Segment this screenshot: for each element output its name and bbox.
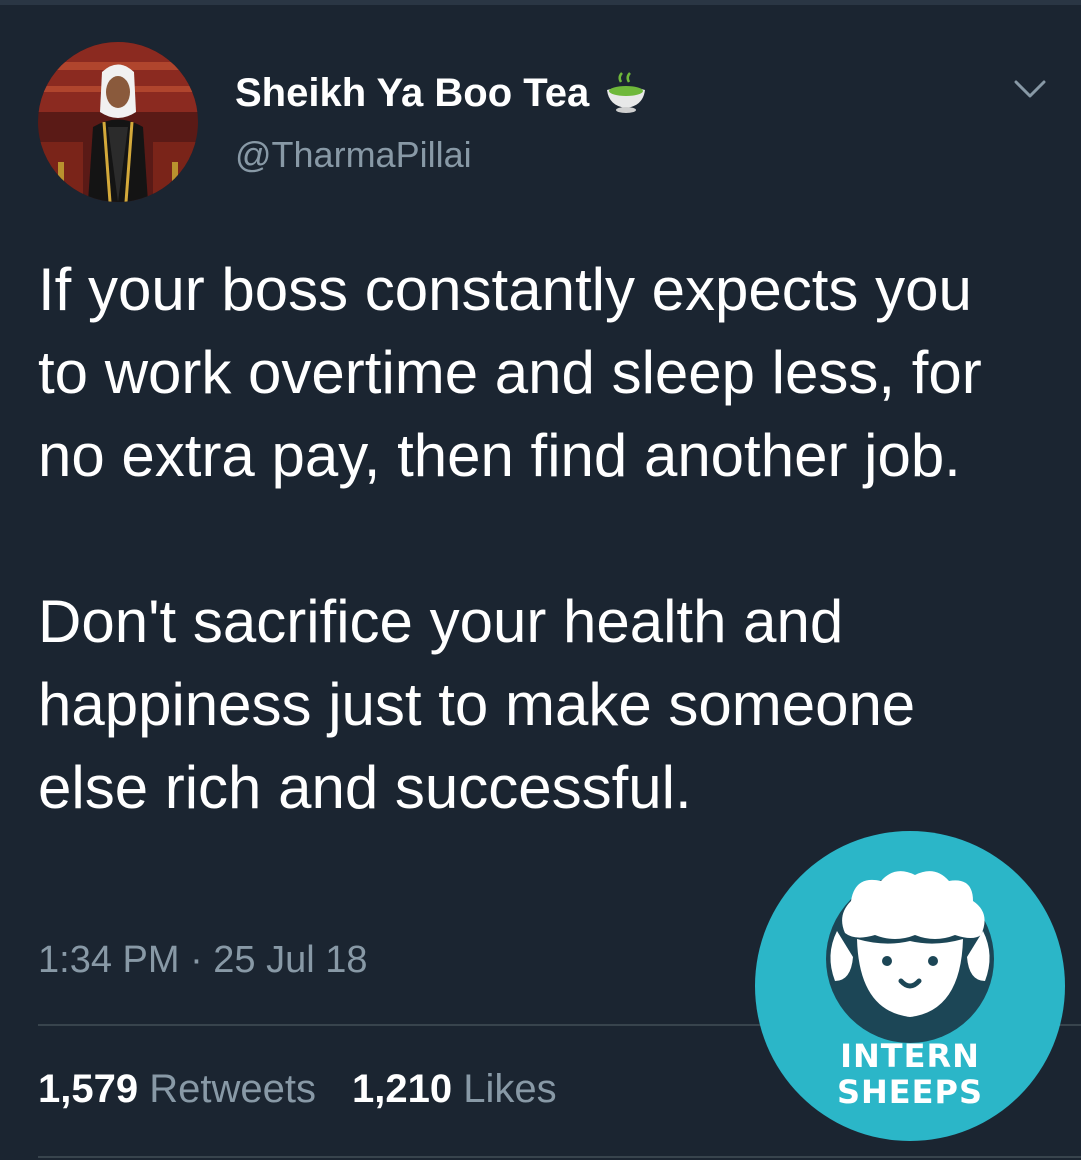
intern-sheeps-logo: INTERN SHEEPS (755, 831, 1065, 1141)
tweet-paragraph-2: Don't sacrifice your health and happines… (38, 588, 916, 821)
tweet-timestamp[interactable]: 1:34 PM · 25 Jul 18 (38, 935, 368, 985)
watermark-line-2: SHEEPS (836, 1073, 984, 1111)
bottom-divider (38, 1156, 1081, 1158)
likes-count: 1,210 (351, 1067, 453, 1111)
display-name[interactable]: Sheikh Ya Boo Tea (235, 70, 649, 116)
tea-cup-icon (603, 70, 649, 116)
avatar[interactable] (38, 42, 198, 202)
display-name-text: Sheikh Ya Boo Tea (235, 71, 590, 115)
user-handle[interactable]: @TharmaPillai (235, 134, 472, 176)
retweets-count: 1,579 (38, 1067, 139, 1111)
retweets-stat[interactable]: 1,579 Retweets (38, 1067, 316, 1111)
tweet-stats: 1,579 Retweets 1,210 Likes (38, 1064, 557, 1114)
retweets-label: Retweets (149, 1067, 316, 1111)
top-edge-line (0, 0, 1081, 5)
likes-label: Likes (463, 1067, 557, 1111)
likes-stat[interactable]: 1,210 Likes (352, 1067, 557, 1111)
avatar-image (38, 42, 198, 202)
tweet-paragraph-1: If your boss constantly expects you to w… (38, 256, 982, 489)
chevron-down-icon[interactable] (1010, 70, 1050, 110)
watermark-line-1: INTERN (840, 1037, 980, 1075)
tweet-text: If your boss constantly expects you to w… (38, 248, 1038, 829)
